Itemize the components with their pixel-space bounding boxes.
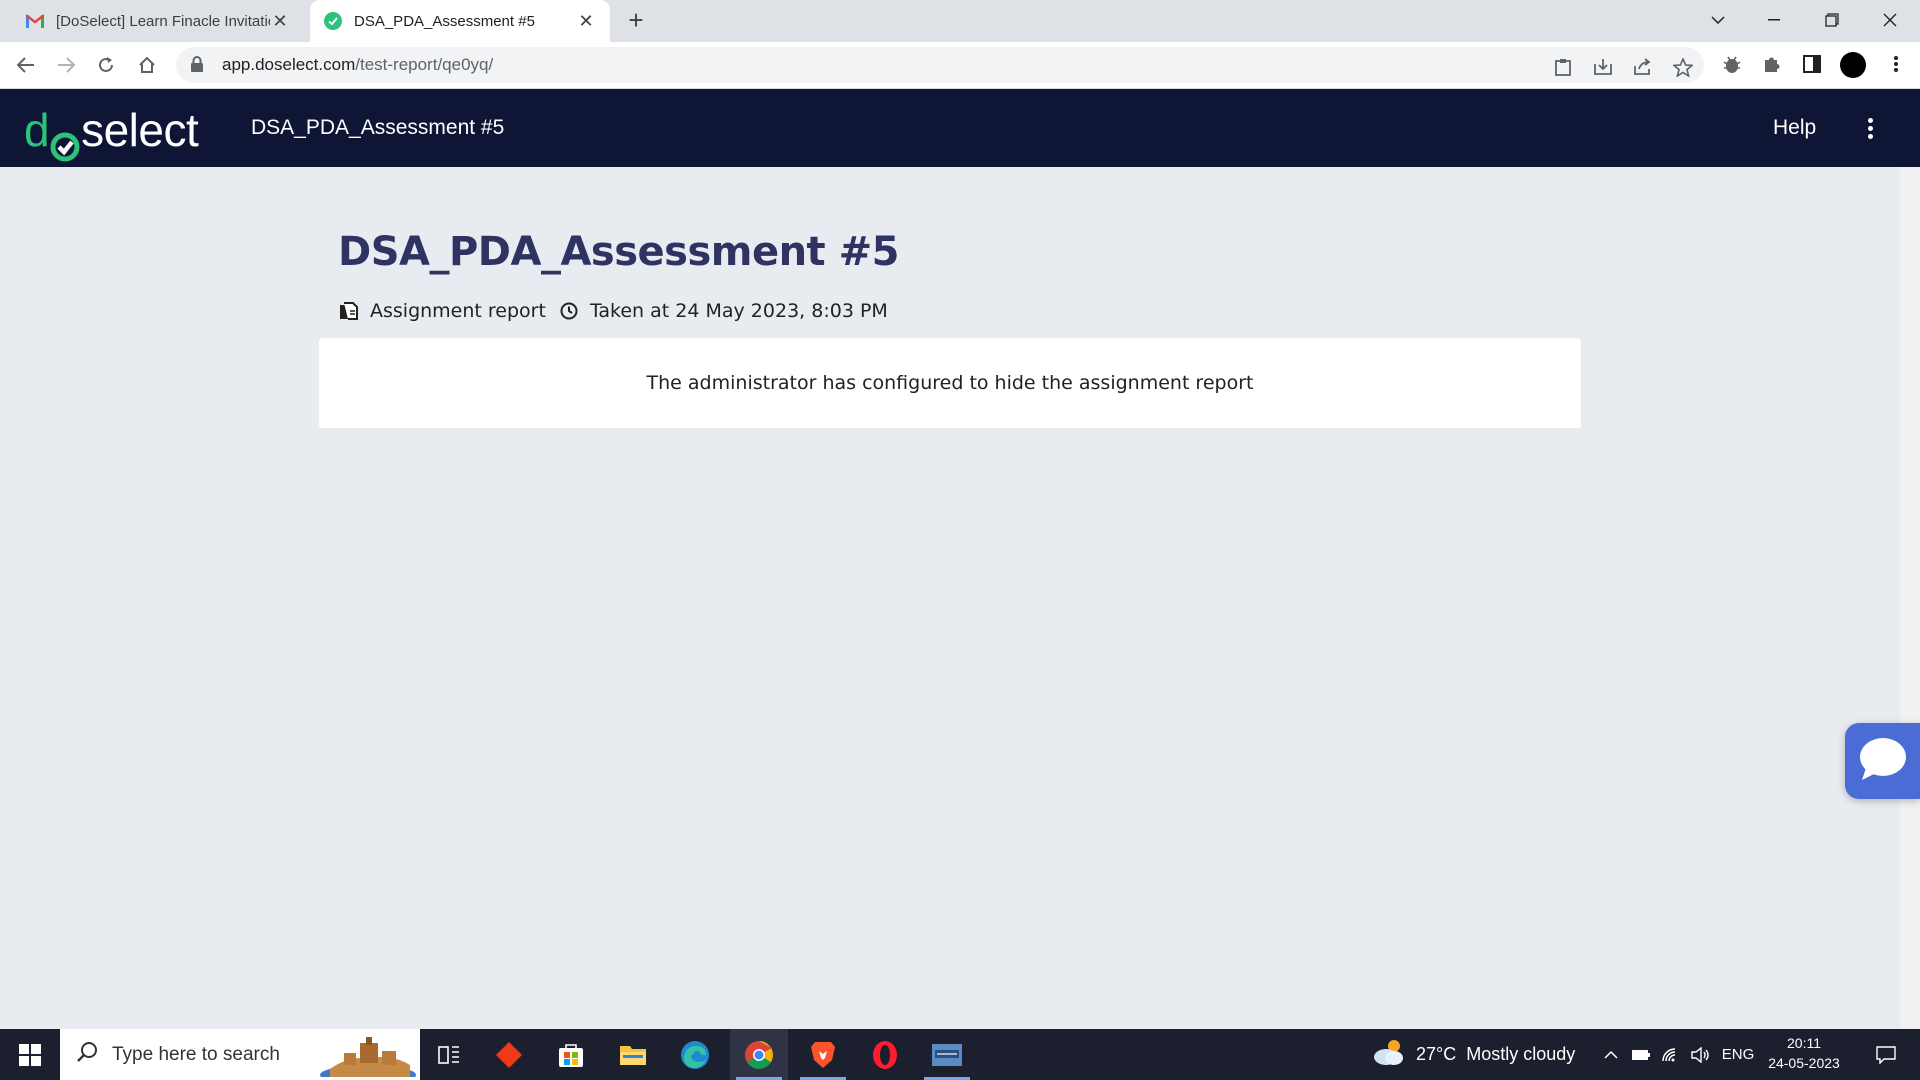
chat-widget-button[interactable] (1845, 723, 1920, 799)
close-icon[interactable]: ✕ (576, 11, 596, 31)
chat-bubble-icon (1858, 736, 1908, 787)
home-icon[interactable] (131, 49, 163, 81)
logo-check-o-icon (50, 119, 80, 162)
lock-icon[interactable] (190, 56, 208, 74)
install-app-icon[interactable] (1592, 56, 1614, 78)
forward-arrow-icon[interactable] (50, 49, 82, 81)
side-panel-icon[interactable] (1800, 52, 1824, 76)
tab-gmail-invitation[interactable]: [DoSelect] Learn Finacle Invitatio ✕ (12, 0, 304, 42)
browser-toolbar: app.doselect.com/test-report/qe0yq/ (0, 42, 1920, 89)
site-header: d select DSA_PDA_Assessment #5 Help (0, 89, 1920, 167)
search-icon (76, 1041, 98, 1068)
clock-icon (558, 300, 580, 322)
browser-menu-icon[interactable] (1884, 52, 1908, 76)
microsoft-store-icon[interactable] (542, 1029, 600, 1080)
chrome-browser-icon[interactable] (730, 1029, 788, 1080)
url-path: /test-report/qe0yq/ (355, 55, 494, 74)
report-page: DSA_PDA_Assessment #5 Assignment report … (0, 167, 1900, 1029)
clipboard-icon[interactable] (1552, 56, 1574, 78)
task-view-icon[interactable] (420, 1029, 478, 1080)
page-scrollbar[interactable] (1900, 167, 1920, 1029)
chevron-up-icon[interactable] (1598, 1029, 1624, 1080)
restore-icon[interactable] (1804, 0, 1860, 40)
page-title: DSA_PDA_Assessment #5 (338, 229, 899, 275)
tab-search-chevron-icon[interactable] (1690, 0, 1746, 40)
red-diamond-app-icon[interactable] (480, 1029, 538, 1080)
volume-icon[interactable] (1688, 1029, 1714, 1080)
clock-date: 24-05-2023 (1768, 1055, 1840, 1071)
opera-browser-icon[interactable] (856, 1029, 914, 1080)
taken-at-text: Taken at 24 May 2023, 8:03 PM (589, 300, 888, 322)
weather-temperature: 27°C (1416, 1044, 1457, 1064)
clock-time: 20:11 (1787, 1035, 1821, 1051)
taskbar-search-box[interactable]: Type here to search (60, 1029, 420, 1080)
weather-description: Mostly cloudy (1466, 1044, 1576, 1064)
language-indicator[interactable]: ENG (1718, 1029, 1758, 1080)
windows-start-icon[interactable] (0, 1029, 60, 1080)
brave-browser-icon[interactable] (794, 1029, 852, 1080)
report-hidden-card: The administrator has configured to hide… (319, 338, 1581, 428)
help-link[interactable]: Help (1773, 116, 1816, 140)
more-options-icon[interactable] (1862, 111, 1878, 145)
profile-avatar[interactable] (1840, 52, 1866, 78)
share-icon[interactable] (1632, 56, 1654, 78)
search-placeholder: Type here to search (112, 1043, 280, 1065)
logo-suffix: select (81, 104, 199, 156)
partly-cloudy-icon (1372, 1037, 1406, 1072)
system-clock[interactable]: 20:11 24-05-2023 (1762, 1033, 1846, 1073)
window-close-icon[interactable] (1862, 0, 1918, 40)
reload-icon[interactable] (90, 49, 122, 81)
tab-dsa-assessment[interactable]: DSA_PDA_Assessment #5 ✕ (310, 0, 610, 42)
report-hidden-message: The administrator has configured to hide… (646, 372, 1254, 394)
logo-prefix: d (24, 104, 50, 156)
new-tab-button[interactable]: + (622, 5, 650, 35)
header-assessment-title: DSA_PDA_Assessment #5 (251, 116, 505, 139)
gmail-icon (26, 12, 44, 30)
tab-title: DSA_PDA_Assessment #5 (354, 12, 535, 30)
windows-taskbar: Type here to search 27°C Mostly cloudy E… (0, 1029, 1920, 1080)
close-icon[interactable]: ✕ (270, 11, 290, 31)
wifi-icon[interactable] (1658, 1029, 1684, 1080)
search-highlight-image-icon (320, 1035, 416, 1080)
report-type-label: Assignment report (370, 300, 546, 322)
report-document-icon (338, 300, 360, 322)
bookmark-star-icon[interactable] (1672, 56, 1694, 78)
doselect-logo[interactable]: d select (24, 103, 199, 162)
extensions-puzzle-icon[interactable] (1760, 52, 1784, 76)
url-host: app.doselect.com (222, 55, 356, 74)
minimize-icon[interactable] (1746, 0, 1802, 40)
tab-title: [DoSelect] Learn Finacle Invitatio (56, 12, 270, 30)
sve-app-icon[interactable] (918, 1029, 976, 1080)
edge-browser-icon[interactable] (666, 1029, 724, 1080)
battery-icon[interactable] (1628, 1029, 1654, 1080)
address-bar[interactable]: app.doselect.com/test-report/qe0yq/ (176, 47, 1704, 83)
extension-bug-icon[interactable] (1720, 52, 1744, 76)
browser-tab-strip: [DoSelect] Learn Finacle Invitatio ✕ DSA… (0, 0, 1920, 42)
green-check-icon (324, 12, 342, 30)
file-explorer-icon[interactable] (604, 1029, 662, 1080)
report-meta: Assignment report Taken at 24 May 2023, … (338, 300, 888, 322)
back-arrow-icon[interactable] (10, 49, 42, 81)
notification-icon[interactable] (1866, 1029, 1906, 1080)
weather-widget[interactable]: 27°C Mostly cloudy (1372, 1029, 1575, 1080)
